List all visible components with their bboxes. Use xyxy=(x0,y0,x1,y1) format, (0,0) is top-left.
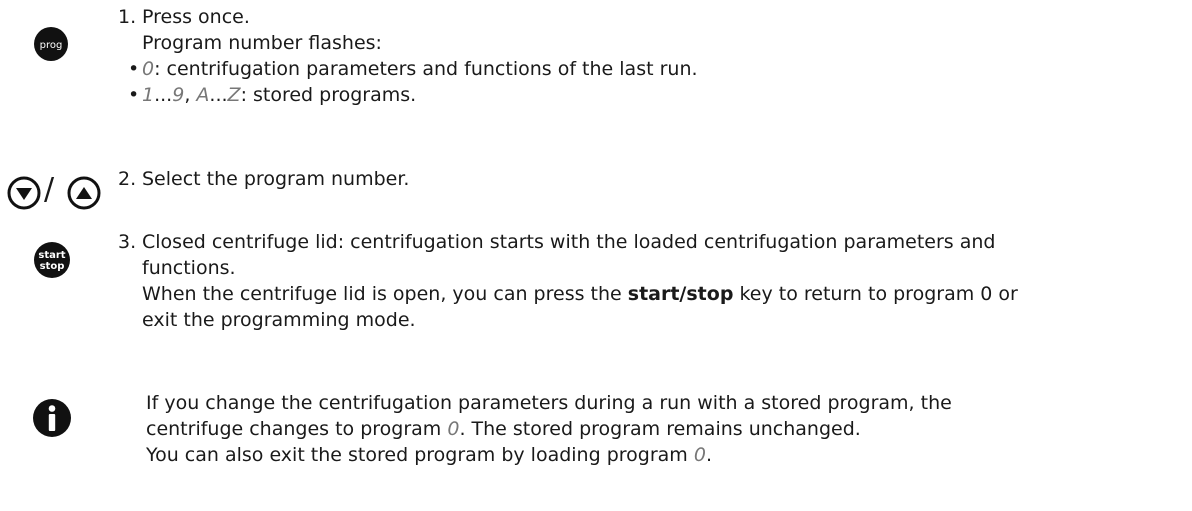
step-text: exit the programming mode. xyxy=(142,309,416,331)
step-number: 3. xyxy=(118,231,137,253)
step-text: When the centrifuge lid is open, you can… xyxy=(142,283,1018,305)
prog-key-icon: prog xyxy=(34,27,68,61)
arrow-down-key-icon xyxy=(7,176,41,210)
step-text: Closed centrifuge lid: centrifugation st… xyxy=(142,231,996,253)
note-text: If you change the centrifugation paramet… xyxy=(146,392,952,414)
step-3: 3. Closed centrifuge lid: centrifugation… xyxy=(118,229,1018,333)
arrow-up-key-icon xyxy=(67,176,101,210)
start-stop-key-name: start/stop xyxy=(627,283,734,305)
step-text: functions. xyxy=(142,257,236,279)
step-1: 1. Press once. Program number flashes: •… xyxy=(118,4,698,108)
prog-key-label: prog xyxy=(40,40,63,51)
start-stop-key-icon: start stop xyxy=(34,242,70,278)
step-text: Select the program number. xyxy=(142,168,410,190)
list-item: • 0: centrifugation parameters and functi… xyxy=(128,58,698,80)
step-text: Program number flashes: xyxy=(142,32,382,54)
step-number: 2. xyxy=(118,168,137,190)
start-label: start xyxy=(38,250,65,261)
stop-label: stop xyxy=(40,261,65,272)
note-text: centrifuge changes to program 0. The sto… xyxy=(146,418,861,440)
list-item: • 1...9, A...Z: stored programs. xyxy=(128,84,417,106)
note: If you change the centrifugation paramet… xyxy=(146,390,952,468)
step-text: Press once. xyxy=(142,6,250,28)
slash-separator: / xyxy=(44,172,55,207)
step-2: 2. Select the program number. xyxy=(118,166,409,192)
info-icon xyxy=(33,399,71,437)
step-number: 1. xyxy=(118,6,137,28)
note-text: You can also exit the stored program by … xyxy=(146,444,712,466)
